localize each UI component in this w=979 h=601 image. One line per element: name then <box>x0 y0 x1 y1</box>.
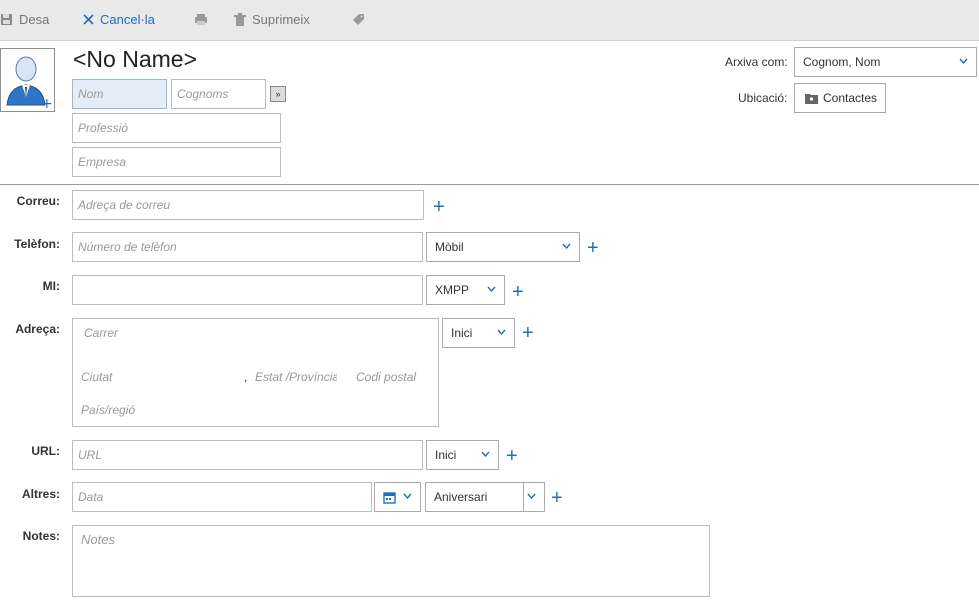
delete-label: Suprimeix <box>252 11 310 27</box>
other-label: Altres: <box>21 487 60 501</box>
company-placeholder: Empresa <box>78 155 127 169</box>
calendar-icon <box>383 491 396 504</box>
svg-text:+: + <box>41 96 53 111</box>
phone-label: Telèfon: <box>14 237 60 251</box>
chevron-down-icon <box>562 243 571 249</box>
location-value: Contactes <box>823 91 878 105</box>
url-type-select[interactable]: Inici <box>426 440 499 470</box>
notes-textarea[interactable]: Notes <box>72 525 710 597</box>
file-as-label: Arxiva com: <box>725 55 788 69</box>
file-as-value: Cognom, Nom <box>803 55 881 69</box>
company-input[interactable]: Empresa <box>72 147 281 177</box>
chevron-down-icon <box>497 329 506 335</box>
country-input[interactable]: País/regió <box>81 403 135 417</box>
add-phone-button[interactable]: + <box>587 238 599 258</box>
chevron-down-icon <box>527 493 536 499</box>
notes-placeholder: Notes <box>81 532 115 547</box>
date-input[interactable]: Data <box>72 482 372 512</box>
contact-name-title: <No Name> <box>73 46 198 72</box>
last-name-input[interactable]: Cognoms <box>171 79 266 109</box>
file-as-select[interactable]: Cognom, Nom <box>794 47 977 77</box>
folder-icon <box>805 93 818 104</box>
date-picker-button[interactable] <box>374 482 421 512</box>
state-input[interactable]: Estat /Província <box>255 370 337 384</box>
add-url-button[interactable]: + <box>506 446 518 466</box>
address-comma: , <box>244 370 248 384</box>
chevron-down-icon <box>481 451 490 457</box>
toolbar: Desa Cancel·la Suprimeix <box>0 0 979 41</box>
phone-placeholder: Número de telèfon <box>78 240 177 254</box>
im-label: MI: <box>42 279 60 293</box>
date-placeholder: Data <box>78 490 104 504</box>
location-button[interactable]: Contactes <box>794 83 886 113</box>
address-box: Carrer Ciutat , Estat /Província Codi po… <box>72 318 439 427</box>
trash-icon <box>234 12 246 26</box>
divider <box>0 184 979 185</box>
other-type-value: Aniversari <box>434 490 488 504</box>
close-icon <box>83 13 94 25</box>
select-divider <box>523 483 524 511</box>
other-type-select[interactable]: Aniversari <box>425 482 545 512</box>
add-im-button[interactable]: + <box>512 282 524 302</box>
print-icon <box>195 13 207 25</box>
first-name-input[interactable]: Nom <box>72 79 167 109</box>
notes-label: Notes: <box>22 529 60 543</box>
first-name-placeholder: Nom <box>78 87 104 101</box>
city-input[interactable]: Ciutat <box>81 370 112 384</box>
phone-type-select[interactable]: Mòbil <box>426 232 580 262</box>
user-photo-icon: + <box>6 56 53 112</box>
postal-code-input[interactable]: Codi postal <box>356 370 416 384</box>
last-name-placeholder: Cognoms <box>177 87 229 101</box>
location-label: Ubicació: <box>738 91 788 105</box>
tag-button[interactable] <box>352 10 371 28</box>
address-type-select[interactable]: Inici <box>442 318 515 348</box>
url-type-value: Inici <box>435 448 457 462</box>
add-email-button[interactable]: + <box>433 197 445 217</box>
url-input[interactable]: URL <box>72 440 423 470</box>
email-label: Correu: <box>16 194 60 208</box>
add-address-button[interactable]: + <box>522 323 534 343</box>
email-input[interactable]: Adreça de correu <box>72 190 424 220</box>
job-title-placeholder: Professió <box>78 121 129 135</box>
save-button[interactable]: Desa <box>0 10 49 28</box>
im-type-select[interactable]: XMPP <box>426 275 505 305</box>
save-label: Desa <box>19 11 50 27</box>
im-type-value: XMPP <box>435 283 470 297</box>
phone-input[interactable]: Número de telèfon <box>72 232 423 262</box>
job-title-input[interactable]: Professió <box>72 113 281 143</box>
delete-button[interactable]: Suprimeix <box>234 10 310 28</box>
cancel-label: Cancel·la <box>100 11 155 27</box>
add-other-button[interactable]: + <box>551 488 563 508</box>
chevron-down-icon <box>959 58 968 64</box>
expand-name-button[interactable]: » <box>270 86 286 102</box>
print-button[interactable] <box>194 10 214 28</box>
email-placeholder: Adreça de correu <box>78 198 171 212</box>
address-type-value: Inici <box>451 326 473 340</box>
save-icon <box>1 13 12 25</box>
url-placeholder: URL <box>78 448 103 462</box>
chevron-down-icon <box>487 286 496 292</box>
address-label: Adreça: <box>15 322 60 336</box>
url-label: URL: <box>31 444 60 458</box>
im-input[interactable] <box>72 275 423 305</box>
phone-type-value: Mòbil <box>435 240 464 254</box>
cancel-button[interactable]: Cancel·la <box>83 10 155 28</box>
chevron-down-icon <box>403 493 412 499</box>
tag-icon <box>353 13 364 25</box>
street-input[interactable]: Carrer <box>84 326 118 340</box>
avatar[interactable]: + <box>0 48 55 112</box>
